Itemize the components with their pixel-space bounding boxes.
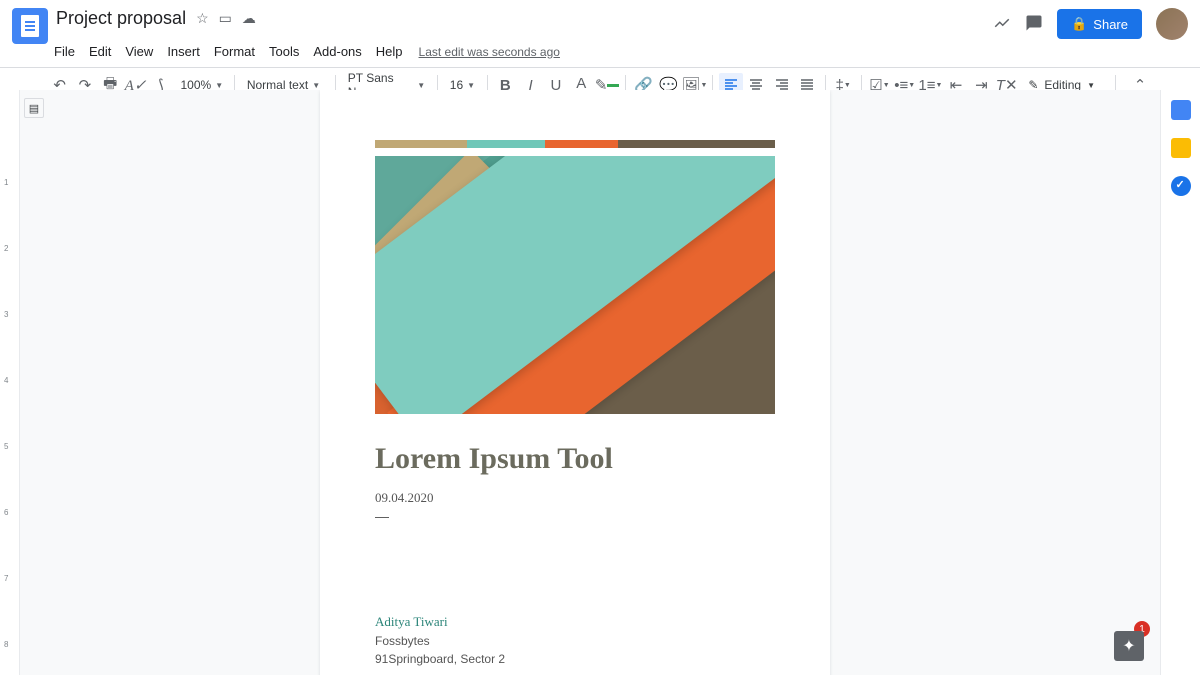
edit-status[interactable]: Last edit was seconds ago <box>419 45 560 59</box>
document-company[interactable]: Fossbytes <box>375 634 775 648</box>
menu-insert[interactable]: Insert <box>161 42 206 61</box>
cloud-status-icon[interactable]: ☁ <box>242 10 256 27</box>
move-icon[interactable]: ▭ <box>219 10 232 27</box>
document-separator[interactable]: — <box>375 508 775 524</box>
header-color-strip <box>375 140 775 148</box>
document-heading[interactable]: Lorem Ipsum Tool <box>375 442 775 476</box>
calendar-icon[interactable] <box>1171 100 1191 120</box>
document-author[interactable]: Aditya Tiwari <box>375 614 775 630</box>
menu-view[interactable]: View <box>119 42 159 61</box>
document-address[interactable]: 91Springboard, Sector 2 <box>375 652 775 666</box>
side-panel <box>1160 90 1200 675</box>
menubar: File Edit View Insert Format Tools Add-o… <box>0 40 1200 67</box>
vertical-ruler[interactable]: 1 2 3 4 5 6 7 8 <box>0 90 20 675</box>
comments-icon[interactable] <box>1025 14 1043 35</box>
activity-icon[interactable] <box>993 14 1011 35</box>
titlebar: Project proposal ☆ ▭ ☁ 🔒 Share <box>0 0 1200 40</box>
document-outline-icon[interactable]: ▤ <box>24 98 44 118</box>
menu-tools[interactable]: Tools <box>263 42 305 61</box>
lock-icon: 🔒 <box>1071 16 1087 32</box>
menu-edit[interactable]: Edit <box>83 42 117 61</box>
menu-addons[interactable]: Add-ons <box>307 42 367 61</box>
share-button[interactable]: 🔒 Share <box>1057 9 1142 39</box>
menu-format[interactable]: Format <box>208 42 261 61</box>
docs-logo-icon[interactable] <box>12 8 48 44</box>
menu-help[interactable]: Help <box>370 42 409 61</box>
document-date[interactable]: 09.04.2020 <box>375 490 775 506</box>
page[interactable]: Lorem Ipsum Tool 09.04.2020 — Aditya Tiw… <box>320 90 830 675</box>
tasks-icon[interactable] <box>1171 176 1191 196</box>
hero-graphic <box>375 156 775 414</box>
keep-icon[interactable] <box>1171 138 1191 158</box>
star-icon[interactable]: ☆ <box>196 10 209 27</box>
document-title[interactable]: Project proposal <box>56 8 186 29</box>
document-canvas[interactable]: 1 2 3 4 5 6 7 8 ▤ Lorem Ipsum Tool 09.04… <box>0 90 1160 675</box>
explore-button[interactable]: ✦ <box>1114 631 1144 661</box>
menu-file[interactable]: File <box>48 42 81 61</box>
user-avatar[interactable] <box>1156 8 1188 40</box>
share-label: Share <box>1093 17 1128 32</box>
